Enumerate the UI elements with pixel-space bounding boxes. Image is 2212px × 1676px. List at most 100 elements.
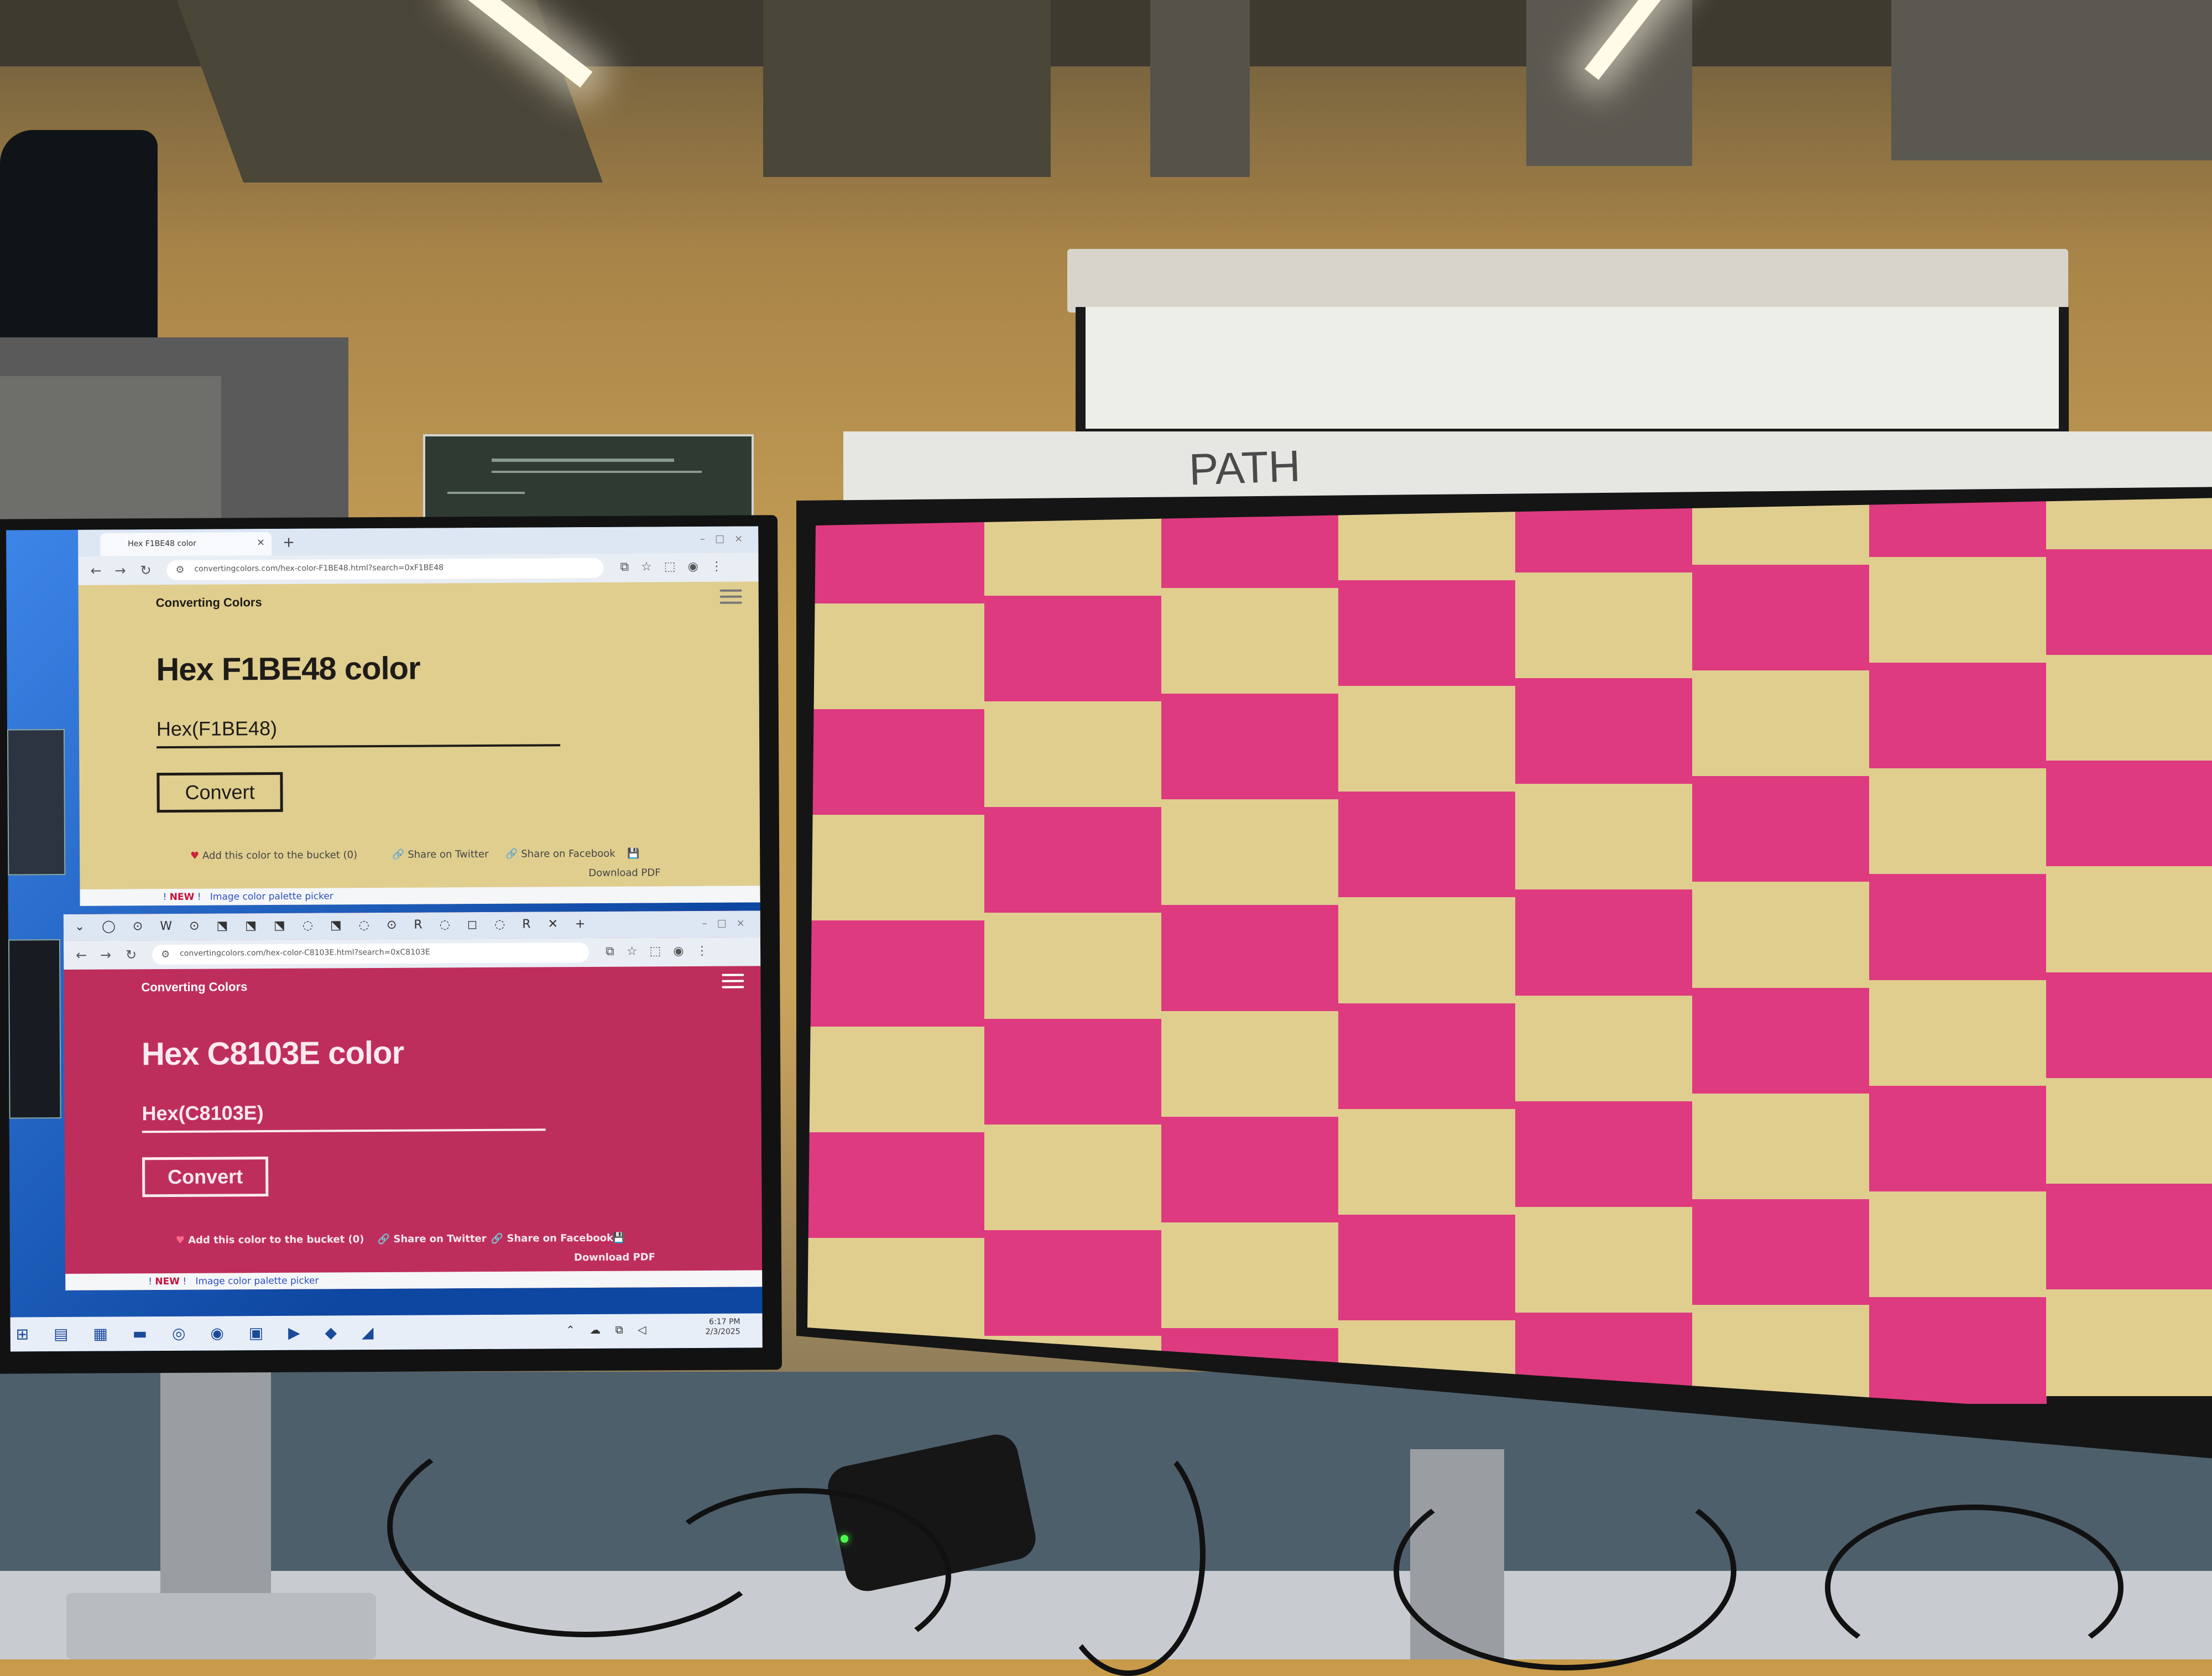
checker-cell [984, 913, 1162, 1020]
browser-toolbar: ← → ↻ ⚙ convertingcolors.com/hex-color-C… [63, 937, 763, 970]
new-banner-text: ! NEW ! Image color palette picker [163, 891, 333, 903]
cable [1825, 1505, 2124, 1670]
windows-taskbar: ⊞ ▤ ▦ ▬ ◎ ◉ ▣ ▶ ◆ ◢ ⌃ ☁ ⧉ ◁ 6:17 PM 2/3/… [10, 1313, 763, 1352]
share-facebook-link[interactable]: 🔗 Share on Facebook [491, 1232, 613, 1245]
system-tray-icons[interactable]: ⌃ ☁ ⧉ ◁ [566, 1323, 652, 1336]
taskbar-app-icons[interactable]: ⊞ ▤ ▦ ▬ ◎ ◉ ▣ ▶ ◆ ◢ [16, 1323, 384, 1343]
browser-tab[interactable]: Hex F1BE48 color × [100, 532, 272, 556]
cable [1051, 1433, 1206, 1676]
share-twitter-link[interactable]: 🔗 Share on Twitter [392, 849, 488, 861]
checker-cell [1692, 776, 1870, 883]
new-banner-label: Image color palette picker [195, 1275, 319, 1287]
checker-cell [807, 709, 985, 816]
back-icon[interactable]: ← [90, 563, 101, 579]
site-name[interactable]: Converting Colors [141, 980, 247, 995]
save-icon[interactable]: 💾 [613, 1232, 625, 1244]
clock-time: 6:17 PM [709, 1317, 740, 1326]
site-name[interactable]: Converting Colors [156, 595, 262, 610]
link-icon: 🔗 [377, 1233, 390, 1246]
hamburger-menu-icon[interactable] [719, 589, 742, 606]
checker-cell [1515, 784, 1693, 891]
reload-icon[interactable]: ↻ [140, 563, 151, 578]
checker-cell [1161, 588, 1339, 695]
color-input[interactable] [156, 710, 561, 749]
new-tab-icon[interactable]: + [283, 534, 295, 551]
add-to-bucket-link[interactable]: ♥ Add this color to the bucket (0) [176, 1233, 364, 1246]
checker-cell [1869, 1297, 2047, 1404]
checker-cell [1869, 1085, 2047, 1193]
color-input[interactable] [142, 1094, 546, 1133]
clock[interactable]: 6:17 PM 2/3/2025 [706, 1317, 740, 1337]
convert-button[interactable]: Convert [156, 772, 283, 813]
checker-cell [807, 815, 985, 922]
window-thumbnail[interactable] [7, 728, 66, 876]
address-bar[interactable]: ⚙ convertingcolors.com/hex-color-C8103E.… [152, 943, 589, 965]
checker-cell [1338, 1214, 1516, 1321]
forward-icon[interactable]: → [100, 948, 111, 963]
checker-cell [1692, 882, 1870, 989]
page-title: Hex C8103E color [141, 1034, 404, 1073]
browser-window-top: Hex F1BE48 color × + –□× ← → ↻ ⚙ convert… [78, 526, 763, 906]
site-info-icon[interactable]: ⚙ [161, 949, 170, 960]
reload-icon[interactable]: ↻ [126, 947, 137, 962]
ceiling-beam [176, 0, 603, 183]
toolbar-icons[interactable]: ⧉☆⬚◉⋮ [606, 944, 721, 959]
sign-text-line [492, 471, 702, 473]
checker-cell [2046, 866, 2212, 974]
checker-cell [2046, 972, 2212, 1079]
checker-cell [1515, 1101, 1693, 1208]
url-text: convertingcolors.com/hex-color-F1BE48.ht… [194, 563, 444, 574]
checker-cell [807, 603, 985, 711]
page-content: Converting Colors Hex C8103E color Conve… [64, 966, 763, 1290]
checker-cell [1515, 678, 1693, 785]
checker-cell [1692, 987, 1870, 1095]
checker-cell [1161, 905, 1339, 1012]
pinned-tabs-icons[interactable]: ⌄ ◯ ⊙ W ⊙ ⬔ ⬔ ⬔ ◌ ⬔ ◌ ⊙ R ◌ ◻ ◌ R ✕ + [75, 917, 592, 934]
checker-cell [1338, 1108, 1516, 1216]
sign-text-line [492, 459, 674, 462]
download-pdf-link[interactable]: Download PDF [588, 867, 660, 879]
download-pdf-link[interactable]: Download PDF [574, 1251, 655, 1263]
checker-cell [2046, 1289, 2212, 1396]
hamburger-menu-icon[interactable] [722, 974, 744, 991]
checker-cell [1692, 1199, 1870, 1306]
wall-speaker [0, 130, 158, 362]
toolbar-icons[interactable]: ⧉☆⬚◉⋮ [620, 560, 735, 574]
share-twitter-label: Share on Twitter [408, 848, 489, 861]
forward-icon[interactable]: → [114, 563, 126, 578]
url-text: convertingcolors.com/hex-color-C8103E.ht… [180, 948, 430, 958]
checker-cell [1869, 1191, 2047, 1298]
share-twitter-label: Share on Twitter [393, 1232, 487, 1245]
checker-cell [1161, 1222, 1339, 1329]
share-facebook-label: Share on Facebook [507, 1232, 614, 1245]
checker-cell [807, 920, 985, 1028]
checker-cell [1338, 792, 1516, 899]
window-controls[interactable]: –□× [700, 533, 753, 544]
close-tab-icon[interactable]: × [257, 537, 265, 548]
projector-screen [1076, 307, 2069, 439]
link-icon: 🔗 [392, 849, 405, 861]
convert-button[interactable]: Convert [142, 1157, 269, 1198]
checker-cell [807, 1237, 985, 1345]
tab-bar: Hex F1BE48 color × + –□× [78, 526, 763, 556]
address-bar[interactable]: ⚙ convertingcolors.com/hex-color-F1BE48.… [166, 558, 604, 580]
action-links: ♥ Add this color to the bucket (0) 🔗 Sha… [176, 1232, 685, 1246]
share-twitter-link[interactable]: 🔗 Share on Twitter [378, 1233, 487, 1245]
window-thumbnail[interactable] [8, 939, 61, 1119]
checker-cell [1869, 768, 2047, 876]
checker-cell [984, 596, 1162, 703]
checker-cell [2046, 761, 2212, 868]
page-content: Converting Colors Hex F1BE48 color Conve… [79, 581, 763, 906]
site-info-icon[interactable]: ⚙ [175, 564, 184, 576]
new-banner-text: ! NEW ! Image color palette picker [148, 1275, 319, 1288]
action-links: ♥ Add this color to the bucket (0) 🔗 Sha… [190, 847, 699, 862]
checker-cell [1869, 663, 2047, 770]
window-controls[interactable]: –□× [702, 917, 755, 929]
save-icon[interactable]: 💾 [627, 848, 640, 860]
add-to-bucket-link[interactable]: ♥ Add this color to the bucket (0) [190, 849, 357, 862]
checker-cell [807, 1026, 985, 1133]
back-icon[interactable]: ← [76, 948, 87, 963]
share-facebook-link[interactable]: 🔗 Share on Facebook [505, 848, 615, 860]
checker-cell [1692, 1093, 1870, 1200]
tab-bar: ⌄ ◯ ⊙ W ⊙ ⬔ ⬔ ⬔ ◌ ⬔ ◌ ⊙ R ◌ ◻ ◌ R ✕ + –□… [63, 910, 763, 941]
